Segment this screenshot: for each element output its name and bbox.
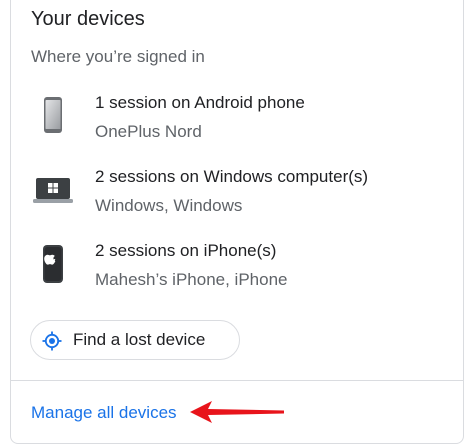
manage-all-devices-link[interactable]: Manage all devices	[31, 403, 177, 423]
location-target-icon	[42, 331, 62, 351]
windows-laptop-icon	[33, 178, 73, 203]
device-item-iphone[interactable]: 2 sessions on iPhone(s) Mahesh’s iPhone,…	[30, 241, 450, 297]
find-lost-device-label: Find a lost device	[73, 330, 206, 349]
card-subtitle: Where you’re signed in	[31, 47, 205, 66]
card-title: Your devices	[31, 8, 145, 30]
device-item-android[interactable]: 1 session on Android phone OnePlus Nord	[30, 93, 450, 149]
device-sessions-label: 1 session on Android phone	[95, 93, 305, 112]
iphone-icon	[43, 245, 63, 283]
device-detail-label: Mahesh’s iPhone, iPhone	[95, 270, 288, 289]
divider	[11, 380, 463, 381]
device-sessions-label: 2 sessions on iPhone(s)	[95, 241, 277, 260]
device-sessions-label: 2 sessions on Windows computer(s)	[95, 167, 369, 186]
device-detail-label: Windows, Windows	[95, 196, 243, 215]
find-lost-device-button[interactable]: Find a lost device	[30, 320, 240, 360]
arrow-annotation-icon	[190, 401, 284, 423]
android-phone-icon	[44, 97, 62, 133]
device-item-windows[interactable]: 2 sessions on Windows computer(s) Window…	[30, 167, 450, 223]
device-detail-label: OnePlus Nord	[95, 122, 202, 141]
